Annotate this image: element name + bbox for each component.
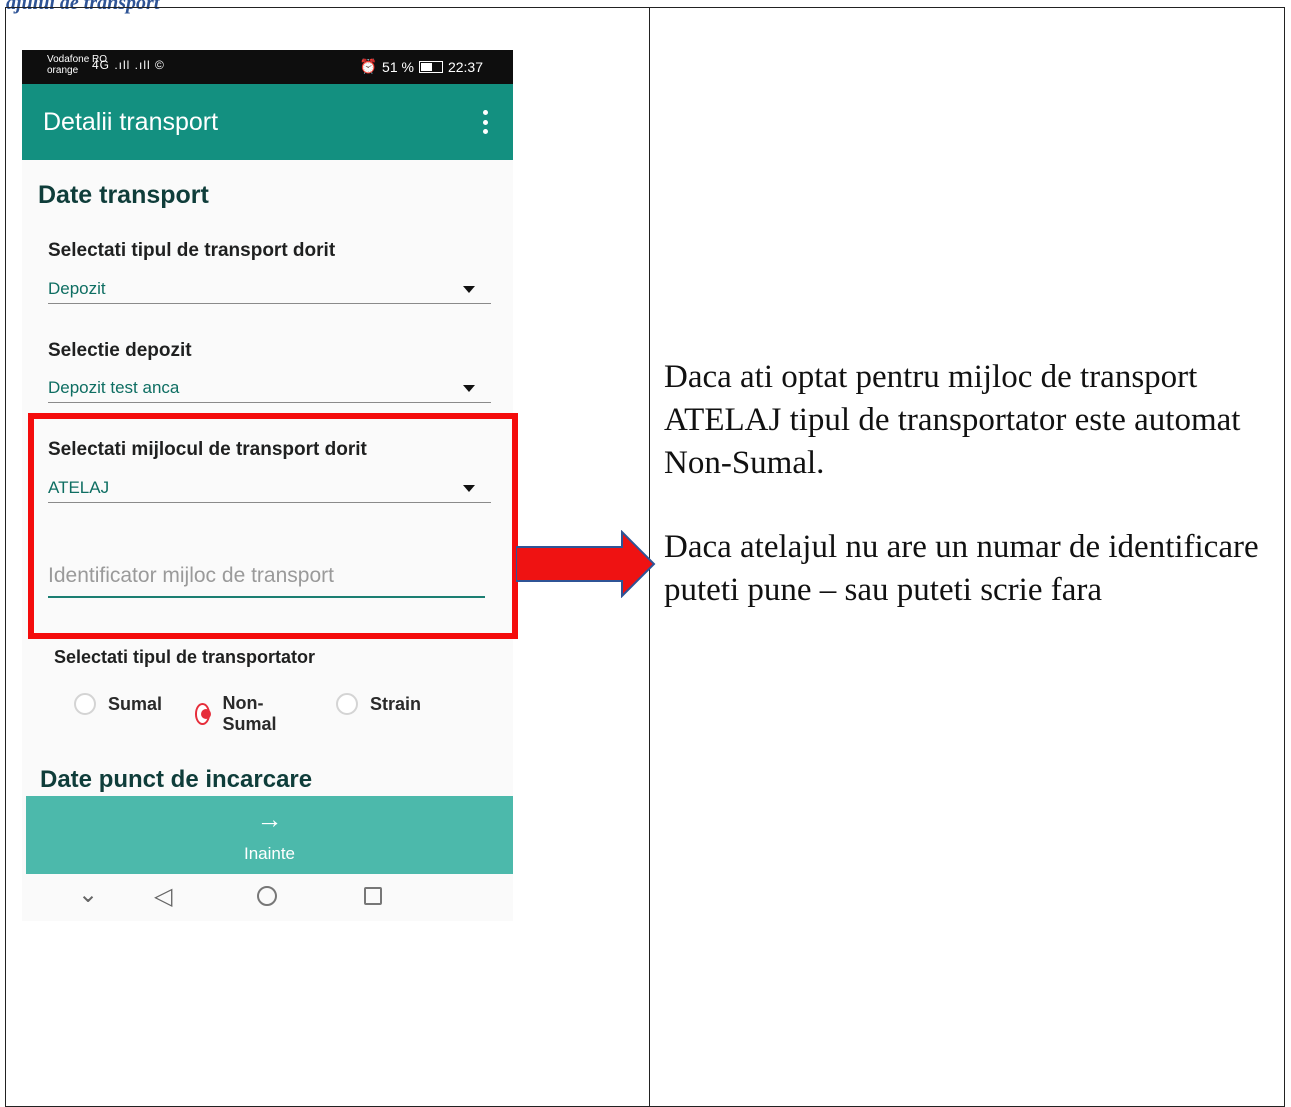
radio-label: Non-Sumal [222, 693, 277, 734]
radio-circle [74, 693, 96, 715]
section-title-incarcare: Date punct de incarcare [40, 766, 313, 793]
chevron-down-icon[interactable]: ⌄ [78, 880, 98, 909]
radio-strain[interactable]: Strain [336, 693, 421, 715]
depozit-select[interactable]: Depozit test anca [48, 372, 491, 403]
battery-icon [418, 60, 443, 73]
alarm-icon: ⏰ [359, 58, 378, 74]
status-right: ⏰ 51 % 22:37 [360, 58, 483, 75]
home-icon[interactable] [257, 886, 277, 906]
depozit-value: Depozit test anca [48, 378, 180, 397]
tip-transport-label: Selectati tipul de transport dorit [48, 240, 336, 261]
pointer-arrow-icon [516, 530, 656, 598]
arrow-right-icon: → [256, 804, 283, 834]
battery-percent: 51 % [382, 58, 414, 75]
overflow-menu-icon[interactable] [483, 110, 489, 134]
dropdown-caret-icon [463, 385, 475, 392]
next-button-label: Inainte [243, 844, 296, 863]
radio-circle [336, 693, 358, 715]
transportator-label: Selectati tipul de transportator [54, 647, 316, 667]
signal-icon: 4G .ıll .ıll © [92, 58, 165, 72]
back-icon[interactable]: ◁ [154, 882, 172, 911]
app-bar: Detalii transport [22, 84, 513, 160]
section-title-transport: Date transport [38, 181, 209, 209]
clock: 22:37 [447, 58, 483, 75]
highlight-box [28, 413, 518, 639]
radio-non-sumal[interactable]: Non-Sumal [195, 693, 283, 735]
recents-icon[interactable] [364, 887, 382, 905]
explanation-paragraph-1: Daca ati optat pentru mijloc de transpor… [664, 359, 1241, 481]
app-title: Detalii transport [43, 108, 219, 136]
next-button[interactable]: → Inainte [26, 796, 513, 874]
radio-label: Sumal [108, 693, 163, 714]
dropdown-caret-icon [463, 286, 475, 293]
explanation-paragraph-2: Daca atelajul nu are un numar de identif… [664, 529, 1259, 608]
tip-transport-value: Depozit [48, 279, 106, 298]
radio-circle-selected [195, 703, 212, 725]
android-nav-bar: ⌄ ◁ [22, 874, 513, 921]
depozit-label: Selectie depozit [48, 340, 192, 361]
tip-transport-select[interactable]: Depozit [48, 273, 491, 304]
status-bar: Vodafone RO orange 4G .ıll .ıll © ⏰ 51 %… [22, 50, 513, 84]
radio-label: Strain [370, 693, 422, 714]
radio-sumal[interactable]: Sumal [74, 693, 162, 715]
